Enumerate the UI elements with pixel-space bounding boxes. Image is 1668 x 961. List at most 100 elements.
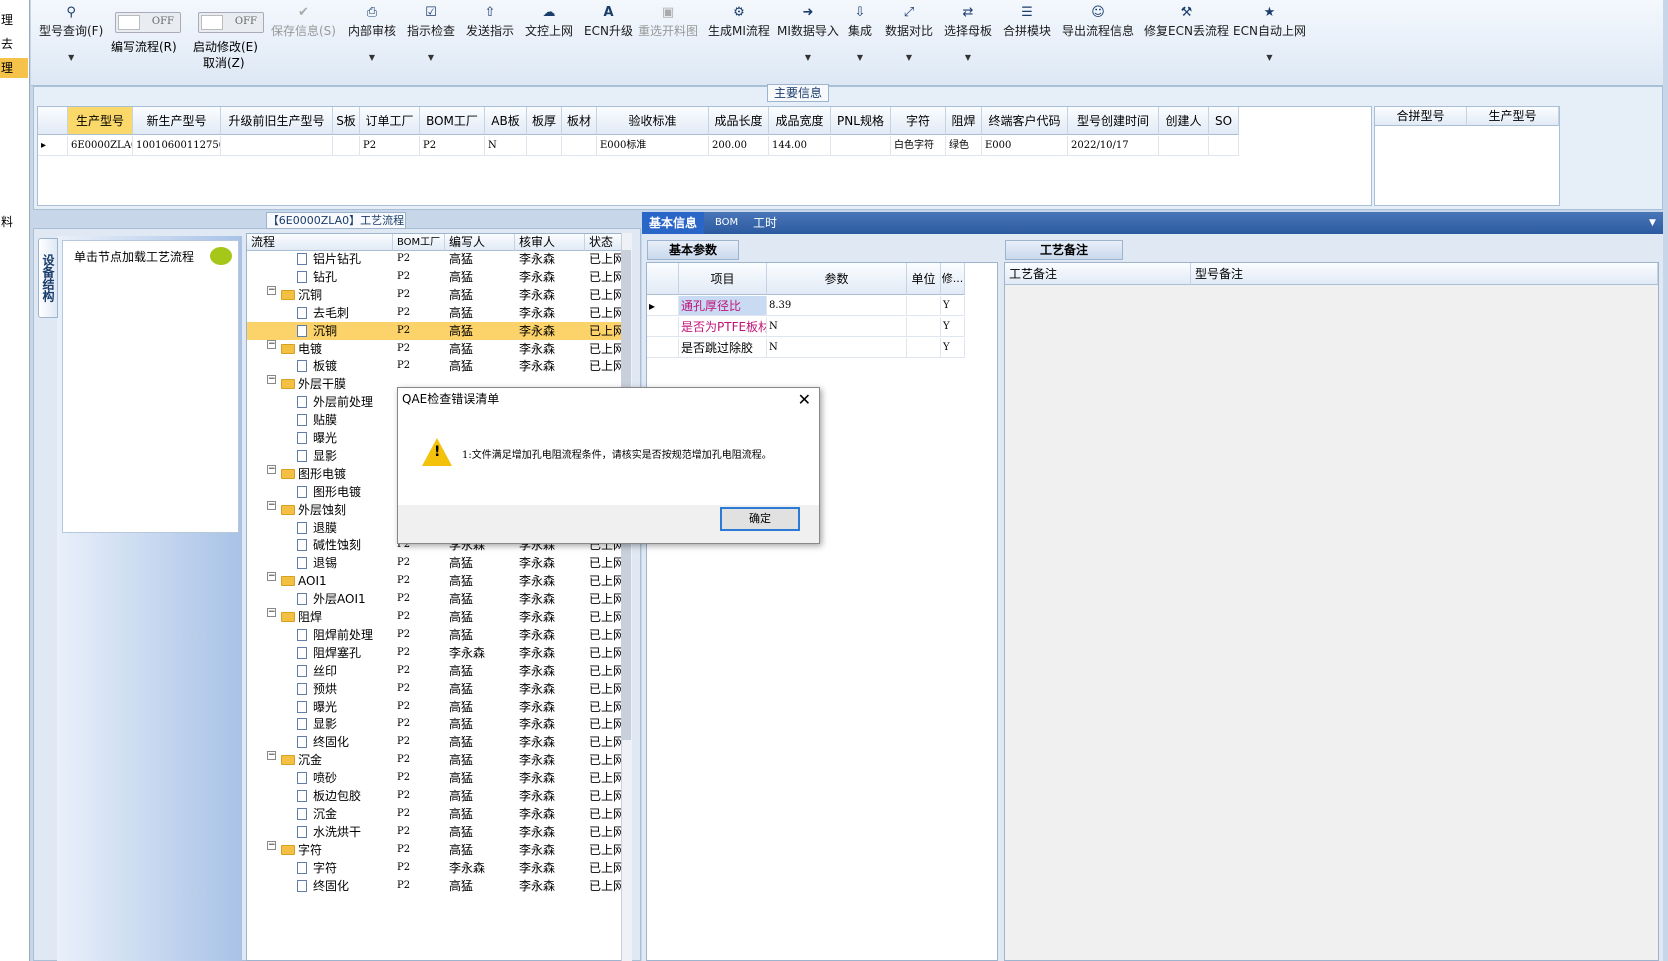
tree-row[interactable]: − 沉金 P2 高猛 李永森 已上网 bbox=[247, 751, 625, 769]
table-cell[interactable]: 6E0000ZLA0 bbox=[68, 136, 133, 156]
column-header[interactable]: 型号备注 bbox=[1191, 263, 1658, 285]
ok-button[interactable]: 确定 bbox=[720, 507, 800, 531]
column-header[interactable]: 项目 bbox=[679, 263, 767, 295]
column-header[interactable]: BOM工厂 bbox=[393, 234, 445, 251]
tree-row[interactable]: 外层AOI1 P2 高猛 李永森 已上网 bbox=[247, 590, 625, 608]
column-header[interactable]: 流程 bbox=[247, 234, 393, 251]
param-modified[interactable]: Y bbox=[941, 317, 965, 337]
tree-row[interactable]: 曝光 P2 高猛 李永森 已上网 bbox=[247, 698, 625, 716]
table-cell[interactable] bbox=[333, 136, 360, 156]
tree-row[interactable]: 板镀 P2 高猛 李永森 已上网 bbox=[247, 357, 625, 375]
column-header[interactable]: 阻焊 bbox=[946, 107, 982, 135]
table-cell[interactable]: 2022/10/17 bbox=[1068, 136, 1159, 156]
column-header[interactable]: 升级前旧生产型号 bbox=[221, 107, 333, 135]
column-header[interactable]: 型号创建时间 bbox=[1068, 107, 1159, 135]
indicate-check-button[interactable]: ☑ 指示检查 ▼ bbox=[407, 4, 455, 62]
ecn-auto-upload-button[interactable]: ★ ECN自动上网 ▼ bbox=[1233, 4, 1306, 62]
tree-row[interactable]: 沉铜 P2 高猛 李永森 已上网 bbox=[247, 321, 625, 340]
param-modified[interactable]: Y bbox=[941, 296, 965, 316]
tree-row[interactable]: 喷砂 P2 高猛 李永森 已上网 bbox=[247, 769, 625, 787]
table-cell[interactable]: 144.00 bbox=[769, 136, 831, 156]
collapse-icon[interactable]: − bbox=[267, 375, 276, 385]
tree-row[interactable]: 水洗烘干 P2 高猛 李永森 已上网 bbox=[247, 823, 625, 841]
table-cell[interactable] bbox=[1209, 136, 1239, 156]
param-unit[interactable] bbox=[907, 317, 941, 337]
column-header[interactable]: 订单工厂 bbox=[360, 107, 420, 135]
column-header[interactable]: PNL规格 bbox=[831, 107, 891, 135]
column-header[interactable]: 验收标准 bbox=[597, 107, 709, 135]
tree-row[interactable]: − 阻焊 P2 高猛 李永森 已上网 bbox=[247, 608, 625, 626]
param-value[interactable]: 8.39 bbox=[767, 296, 907, 316]
collapse-icon[interactable]: − bbox=[267, 500, 276, 510]
tree-row[interactable]: 丝印 P2 高猛 李永森 已上网 bbox=[247, 662, 625, 680]
column-header[interactable]: 修... bbox=[941, 263, 965, 295]
export-flow-button[interactable]: ☺ 导出流程信息 bbox=[1062, 4, 1134, 39]
column-header[interactable]: 工艺备注 bbox=[1005, 263, 1191, 285]
tree-row[interactable]: 钻孔 P2 高猛 李永森 已上网 bbox=[247, 268, 625, 286]
save-button[interactable]: ✔ 保存信息(S) bbox=[271, 4, 336, 39]
repair-ecn-button[interactable]: ⚒ 修复ECN丢流程 bbox=[1144, 4, 1229, 39]
tree-row[interactable]: 去毛刺 P2 高猛 李永森 已上网 bbox=[247, 304, 625, 322]
column-header[interactable]: 单位 bbox=[907, 263, 941, 295]
column-header[interactable]: 生产型号 bbox=[68, 107, 133, 135]
table-cell[interactable] bbox=[527, 136, 562, 156]
column-header[interactable]: 核审人 bbox=[515, 234, 585, 251]
tree-row[interactable]: 沉金 P2 高猛 李永森 已上网 bbox=[247, 805, 625, 823]
param-name[interactable]: 是否为PTFE板材 bbox=[679, 317, 767, 337]
query-button[interactable]: ⚲ 型号查询(F) ▼ bbox=[39, 4, 103, 62]
param-unit[interactable] bbox=[907, 296, 941, 316]
table-cell[interactable]: 白色字符 bbox=[891, 136, 946, 156]
column-header[interactable]: AB板 bbox=[485, 107, 527, 135]
param-modified[interactable]: Y bbox=[941, 338, 965, 358]
tree-row[interactable]: 预烘 P2 高猛 李永森 已上网 bbox=[247, 680, 625, 698]
column-header[interactable]: BOM工厂 bbox=[420, 107, 485, 135]
tree-row[interactable]: 显影 P2 高猛 李永森 已上网 bbox=[247, 715, 625, 733]
table-cell[interactable]: P2 bbox=[420, 136, 485, 156]
column-header[interactable]: 生产型号 bbox=[1467, 107, 1559, 126]
tree-row[interactable]: 板边包胶 P2 高猛 李永森 已上网 bbox=[247, 787, 625, 805]
table-cell[interactable]: P2 bbox=[360, 136, 420, 156]
table-cell[interactable] bbox=[831, 136, 891, 156]
tree-row[interactable]: − 沉铜 P2 高猛 李永森 已上网 bbox=[247, 285, 625, 304]
left-nav-item[interactable]: 料 bbox=[0, 212, 28, 232]
tree-row[interactable]: 终固化 P2 高猛 李永森 已上网 bbox=[247, 877, 625, 895]
collapse-icon[interactable]: − bbox=[267, 464, 276, 474]
generate-mi-button[interactable]: ⚙ 生成MI流程 bbox=[708, 4, 770, 39]
tab-equipment-structure[interactable]: 设备结构 bbox=[38, 238, 58, 318]
cancel-label[interactable]: 取消(Z) bbox=[203, 54, 245, 71]
tree-row[interactable]: 铝片钻孔 P2 高猛 李永森 已上网 bbox=[247, 250, 625, 268]
param-value[interactable]: N bbox=[767, 317, 907, 337]
left-nav-item[interactable]: 去 bbox=[0, 34, 28, 54]
collapse-icon[interactable]: − bbox=[267, 840, 276, 850]
tab-basic-info[interactable]: 基本信息 bbox=[642, 212, 705, 234]
column-header[interactable]: 板材 bbox=[562, 107, 597, 135]
tab-process-notes[interactable]: 工艺备注 bbox=[1005, 240, 1123, 260]
doc-upload-button[interactable]: ☁ 文控上网 bbox=[525, 4, 573, 39]
param-unit[interactable] bbox=[907, 338, 941, 358]
tree-row[interactable]: − 字符 P2 高猛 李永森 已上网 bbox=[247, 840, 625, 859]
param-name[interactable]: 通孔厚径比 bbox=[679, 296, 767, 316]
table-cell[interactable]: E000标准 bbox=[597, 136, 709, 156]
tree-row[interactable]: − 电镀 P2 高猛 李永森 已上网 bbox=[247, 339, 625, 358]
column-header[interactable]: 终端客户代码 bbox=[982, 107, 1068, 135]
mi-import-button[interactable]: ➜ MI数据导入 ▼ bbox=[777, 4, 839, 62]
write-flow-toggle[interactable]: OFF bbox=[115, 12, 181, 33]
column-header[interactable]: 创建人 bbox=[1159, 107, 1209, 135]
ecn-upgrade-button[interactable]: A ECN升级 bbox=[584, 4, 633, 39]
tab-work-hours[interactable]: 工时 bbox=[746, 212, 784, 234]
start-modify-toggle[interactable]: OFF bbox=[198, 12, 264, 33]
select-mother-board-button[interactable]: ⇄ 选择母板 ▼ bbox=[944, 4, 992, 62]
column-header[interactable]: SO bbox=[1209, 107, 1239, 135]
tree-row[interactable]: − AOI1 P2 高猛 李永森 已上网 bbox=[247, 572, 625, 590]
table-cell[interactable]: 10010600112750 bbox=[133, 136, 221, 156]
column-header[interactable]: 编写人 bbox=[445, 234, 515, 251]
tree-row[interactable]: 字符 P2 李永森 李永森 已上网 bbox=[247, 859, 625, 877]
tab-basic-params[interactable]: 基本参数 bbox=[647, 240, 739, 260]
collapse-icon[interactable]: − bbox=[267, 751, 276, 761]
column-header[interactable]: 板厚 bbox=[527, 107, 562, 135]
table-cell[interactable]: 绿色 bbox=[946, 136, 982, 156]
send-indication-button[interactable]: ⇧ 发送指示 bbox=[466, 4, 514, 39]
chevron-down-icon[interactable]: ▼ bbox=[1642, 212, 1663, 234]
merge-module-button[interactable]: ☰ 合拼模块 bbox=[1003, 4, 1051, 39]
column-header[interactable]: 成品宽度 bbox=[769, 107, 831, 135]
